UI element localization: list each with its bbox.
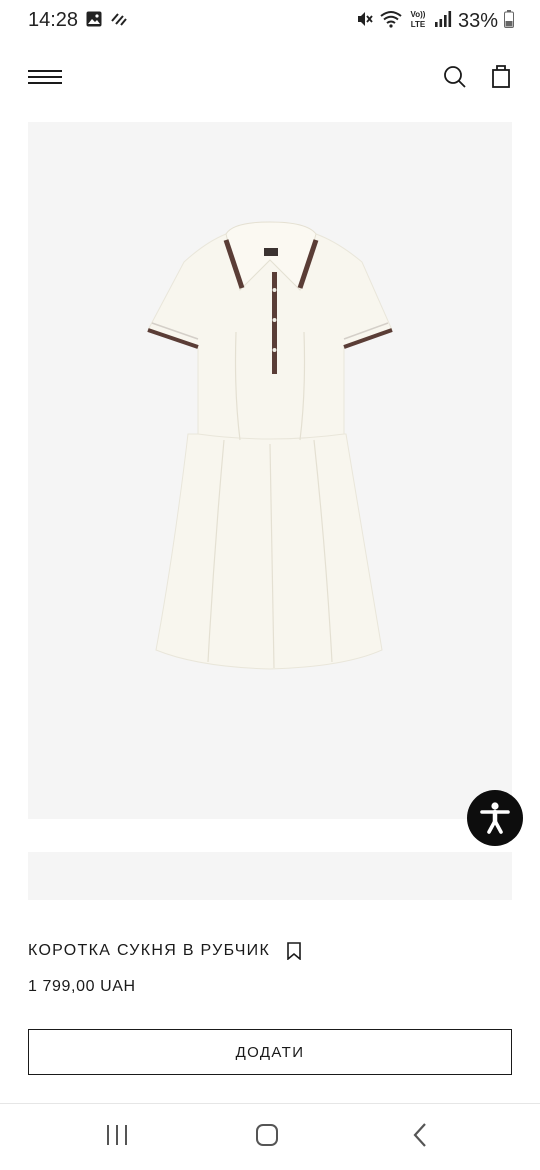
product-image[interactable]	[28, 122, 512, 819]
battery-icon	[504, 10, 514, 33]
status-bar: 14:28 Vo)) LTE 33%	[0, 0, 540, 42]
shopping-bag-icon[interactable]	[488, 62, 514, 90]
accessibility-button[interactable]	[467, 790, 523, 846]
bookmark-icon[interactable]	[286, 942, 302, 961]
wifi-icon	[380, 10, 402, 33]
status-left-icons	[86, 11, 128, 32]
add-to-cart-button[interactable]: ДОДАТИ	[28, 1029, 512, 1075]
white-polo-dress-illustration	[147, 221, 393, 670]
search-icon[interactable]	[442, 64, 468, 90]
volte-icon: Vo)) LTE	[408, 9, 428, 34]
system-nav-bar	[0, 1104, 540, 1170]
status-right: Vo)) LTE 33%	[356, 9, 514, 34]
accessibility-icon	[480, 802, 510, 834]
home-icon[interactable]	[255, 1123, 279, 1147]
signal-icon	[434, 10, 452, 33]
volte-top-text: Vo))	[410, 10, 425, 19]
product-name-row: КОРОТКА СУКНЯ В РУБЧИК	[28, 940, 302, 962]
product-name: КОРОТКА СУКНЯ В РУБЧИК	[28, 942, 271, 959]
add-button-label: ДОДАТИ	[235, 1043, 305, 1061]
battery-percent: 33%	[457, 10, 498, 32]
flash-icon	[110, 11, 128, 32]
back-icon[interactable]	[410, 1122, 430, 1148]
volte-bottom-text: LTE	[411, 20, 426, 29]
mute-icon	[356, 10, 374, 33]
menu-icon[interactable]	[28, 68, 62, 88]
recents-icon[interactable]	[104, 1123, 130, 1147]
status-time: 14:28	[28, 9, 79, 31]
app-header	[0, 50, 540, 106]
gallery-icon	[86, 11, 102, 32]
product-price: 1 799,00 UAH	[28, 978, 136, 995]
image-thumbnail-strip[interactable]	[28, 852, 512, 900]
